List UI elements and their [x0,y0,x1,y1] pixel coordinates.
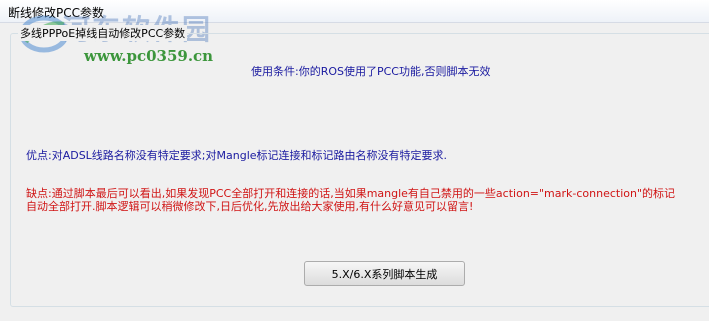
usage-condition-text: 使用条件:你的ROS使用了PCC功能,否则脚本无效 [251,65,491,78]
advantage-text: 优点:对ADSL线路名称没有特定要求;对Mangle标记连接和标记路由名称没有特… [26,149,448,162]
generate-script-button[interactable]: 5.X/6.X系列脚本生成 [304,261,465,286]
disadvantage-line-2: 自动全部打开.脚本逻辑可以稍微修改下,日后优化,先放出给大家使用,有什么好意见可… [26,200,474,213]
disadvantage-text: 缺点:通过脚本最后可以看出,如果发现PCC全部打开和连接的话,当如果mangle… [26,187,675,213]
main-window: 断线修改PCC参数 河东软件园 www.pc0359.cn 多线PPPoE掉线自… [0,0,709,321]
groupbox-label: 多线PPPoE掉线自动修改PCC参数 [18,25,188,41]
disadvantage-line-1: 缺点:通过脚本最后可以看出,如果发现PCC全部打开和连接的话,当如果mangle… [26,187,676,200]
